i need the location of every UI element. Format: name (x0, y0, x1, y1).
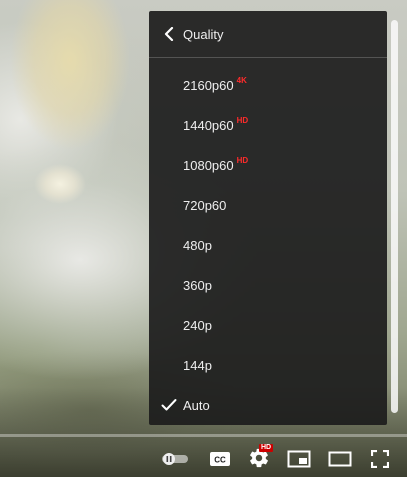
subtitles-button[interactable]: CC (205, 444, 235, 474)
miniplayer-button[interactable] (284, 444, 314, 474)
quality-menu: Quality 2160p60 4K 1440p60 HD 1080p60 HD 72… (149, 11, 387, 425)
autoplay-toggle[interactable] (160, 444, 190, 474)
progress-bar[interactable] (0, 434, 407, 437)
autoplay-toggle-icon (161, 452, 189, 466)
quality-option-label: 2160p60 4K (183, 75, 247, 93)
quality-option-240p[interactable]: 240p (149, 305, 387, 345)
miniplayer-icon (287, 450, 311, 468)
chevron-left-icon[interactable] (159, 24, 179, 44)
fullscreen-icon (371, 450, 389, 468)
settings-hd-badge: HD (259, 444, 274, 452)
page-scrollbar[interactable] (391, 20, 398, 413)
quality-option-1080p60[interactable]: 1080p60 HD (149, 145, 387, 185)
cc-icon: CC (209, 451, 231, 467)
player-controls: CC HD (0, 440, 407, 477)
quality-option-label: 360p (183, 277, 212, 293)
quality-option-720p60[interactable]: 720p60 (149, 185, 387, 225)
checkmark-icon (161, 398, 177, 412)
quality-option-2160p60[interactable]: 2160p60 4K (149, 65, 387, 105)
menu-divider (149, 57, 387, 58)
quality-badge-4k: 4K (236, 75, 247, 85)
quality-options-list: 2160p60 4K 1440p60 HD 1080p60 HD 720p60 480… (149, 65, 387, 425)
quality-option-label: 480p (183, 237, 212, 253)
quality-option-label: 1080p60 HD (183, 155, 249, 173)
quality-option-1440p60[interactable]: 1440p60 HD (149, 105, 387, 145)
quality-option-360p[interactable]: 360p (149, 265, 387, 305)
quality-option-label: 1440p60 HD (183, 115, 249, 133)
quality-option-480p[interactable]: 480p (149, 225, 387, 265)
quality-option-label: 720p60 (183, 197, 227, 213)
quality-menu-title: Quality (183, 26, 224, 42)
settings-button[interactable]: HD (245, 444, 275, 474)
quality-menu-header[interactable]: Quality (149, 11, 387, 57)
theater-mode-icon (328, 451, 352, 467)
svg-text:CC: CC (214, 456, 226, 465)
quality-option-label: 144p (183, 357, 212, 373)
quality-badge-hd: HD (236, 115, 249, 125)
fullscreen-button[interactable] (365, 444, 395, 474)
quality-option-label: Auto (183, 397, 210, 413)
theater-mode-button[interactable] (325, 444, 355, 474)
quality-option-label: 240p (183, 317, 212, 333)
quality-option-144p[interactable]: 144p (149, 345, 387, 385)
quality-badge-hd: HD (236, 155, 249, 165)
settings-gear-icon: HD (248, 444, 274, 471)
quality-option-auto[interactable]: Auto (149, 385, 387, 425)
